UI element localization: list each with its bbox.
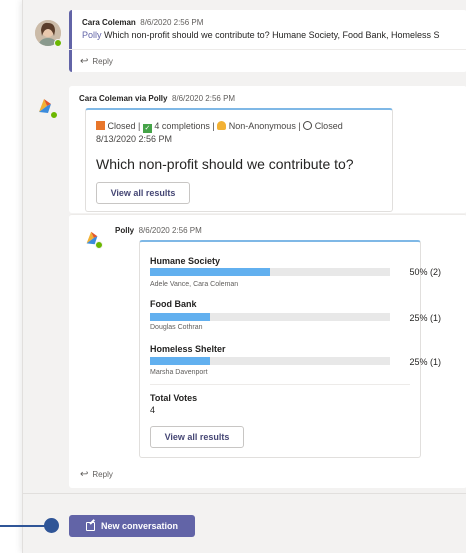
status-closed: Closed |	[107, 121, 143, 131]
reply-author: Polly	[115, 226, 135, 235]
callout-dot	[44, 518, 59, 533]
option-voters: Douglas Cothran	[150, 324, 203, 331]
option-label: Homeless Shelter	[150, 344, 226, 354]
option-voters: Marsha Davenport	[150, 369, 208, 376]
message-text: Which non-profit should we contribute to…	[101, 30, 440, 40]
option-label: Food Bank	[150, 299, 197, 309]
message-author: Cara Coleman via Polly	[79, 94, 168, 103]
message-1-header: Cara Coleman 8/6/2020 2:56 PM	[82, 18, 203, 27]
reply-arrow-icon: ↩	[80, 56, 89, 67]
reply-header: Polly 8/6/2020 2:56 PM	[115, 226, 202, 235]
result-bar	[150, 357, 390, 365]
mention-polly[interactable]: Polly	[82, 30, 102, 40]
reply-button-1[interactable]: ↩ Reply	[80, 56, 113, 67]
total-votes-label: Total Votes	[150, 393, 198, 403]
result-bar	[150, 268, 390, 276]
result-bar-fill	[150, 357, 210, 365]
reply-label: Reply	[92, 57, 113, 66]
result-bar-fill	[150, 313, 210, 321]
message-2-header: Cara Coleman via Polly 8/6/2020 2:56 PM	[79, 94, 235, 103]
option-percent: 50% (2)	[409, 267, 441, 277]
presence-available-icon	[54, 39, 62, 47]
message-timestamp: 8/6/2020 2:56 PM	[171, 94, 236, 103]
avatar-polly[interactable]	[35, 96, 61, 122]
poll-status: Closed | ✓ 4 completions | Non-Anonymous…	[96, 120, 386, 145]
conversation-pane: Cara Coleman 8/6/2020 2:56 PM Polly Whic…	[22, 0, 466, 553]
reply-label: Reply	[92, 470, 113, 479]
closed-label: Closed	[314, 121, 343, 131]
compose-icon	[85, 518, 95, 531]
clock-icon	[303, 121, 313, 130]
view-all-results-button[interactable]: View all results	[150, 426, 244, 448]
message-1-body: Polly Which non-profit should we contrib…	[82, 30, 440, 40]
divider	[150, 384, 410, 385]
option-voters: Adele Vance, Cara Coleman	[150, 281, 239, 288]
status-separator: |	[209, 121, 218, 131]
completions-check-icon: ✓	[142, 124, 152, 133]
view-all-results-button[interactable]: View all results	[96, 182, 190, 204]
poll-card: Closed | ✓ 4 completions | Non-Anonymous…	[85, 108, 393, 212]
option-percent: 25% (1)	[409, 313, 441, 323]
closed-date: 8/13/2020 2:56 PM	[96, 134, 173, 144]
total-votes-value: 4	[150, 405, 156, 415]
status-separator: |	[295, 121, 304, 131]
new-conversation-button[interactable]: New conversation	[69, 515, 195, 537]
poll-question: Which non-profit should we contribute to…	[96, 156, 354, 172]
option-percent: 25% (1)	[409, 357, 441, 367]
option-label: Humane Society	[150, 256, 221, 266]
divider	[69, 49, 466, 50]
reply-button-2[interactable]: ↩ Reply	[80, 469, 113, 480]
divider	[23, 493, 466, 494]
anonymity-label: Non-Anonymous	[228, 121, 296, 131]
message-1[interactable]: Cara Coleman 8/6/2020 2:56 PM Polly Whic…	[69, 10, 466, 72]
reply-timestamp: 8/6/2020 2:56 PM	[138, 226, 202, 235]
closed-icon	[96, 121, 105, 130]
completions-count: 4 completions	[154, 121, 210, 131]
message-timestamp: 8/6/2020 2:56 PM	[140, 18, 204, 27]
presence-available-icon	[95, 241, 103, 249]
result-bar	[150, 313, 390, 321]
person-icon	[217, 121, 227, 130]
presence-available-icon	[50, 111, 58, 119]
new-conversation-label: New conversation	[100, 521, 179, 531]
canvas: Cara Coleman 8/6/2020 2:56 PM Polly Whic…	[0, 0, 466, 553]
result-bar-fill	[150, 268, 270, 276]
message-author: Cara Coleman	[82, 18, 136, 27]
reply-arrow-icon: ↩	[80, 469, 89, 480]
